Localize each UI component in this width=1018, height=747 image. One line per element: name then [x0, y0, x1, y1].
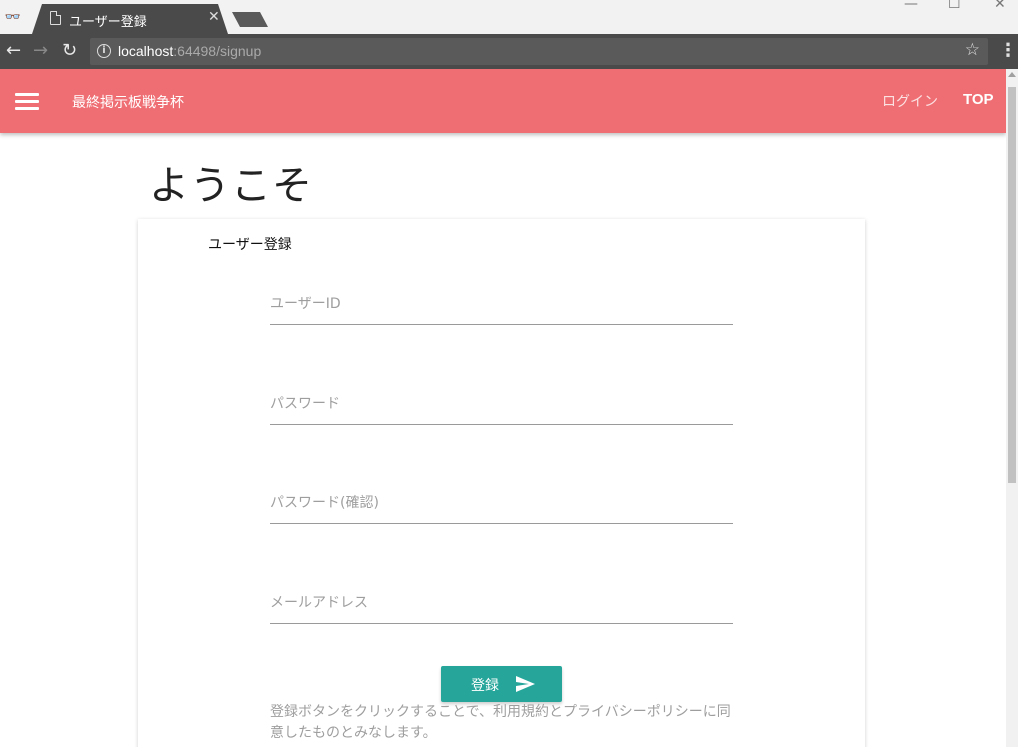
email-field[interactable]: メールアドレス — [270, 584, 733, 624]
form-title: ユーザー登録 — [208, 237, 292, 253]
hamburger-icon[interactable] — [15, 93, 39, 111]
page-heading: ようこそ — [149, 163, 313, 209]
back-icon[interactable]: ← — [6, 40, 21, 62]
password-confirm-field[interactable]: パスワード(確認) — [270, 484, 733, 524]
star-icon[interactable]: ☆ — [965, 40, 980, 60]
page-scrollbar[interactable] — [1006, 69, 1018, 747]
url-text[interactable]: localhost:64498/signup — [118, 43, 261, 59]
nav-login-link[interactable]: ログイン — [882, 91, 938, 111]
page-icon — [50, 11, 61, 25]
browser-toolbar: ← → ↻ i localhost:64498/signup ☆ ⋮ — [0, 34, 1018, 69]
page-viewport: 最終掲示板戦争杯 ログイン TOP ようこそ ユーザー登録 ユーザーID パスワ… — [0, 69, 1006, 747]
incognito-icon: 👓 — [4, 10, 22, 25]
signup-card: ユーザー登録 ユーザーID パスワード パスワード(確認) メールアドレス 登録… — [138, 219, 865, 747]
tab-title: ユーザー登録 — [69, 15, 147, 30]
register-button[interactable]: 登録 — [441, 666, 562, 702]
scrollbar-thumb[interactable] — [1008, 87, 1016, 483]
send-icon — [516, 676, 535, 692]
password-placeholder: パスワード — [270, 396, 340, 412]
address-bar[interactable]: i localhost:64498/signup ☆ — [90, 38, 988, 65]
window-close-icon[interactable]: ✕ — [994, 0, 1006, 12]
nav-top-link[interactable]: TOP — [963, 91, 994, 108]
close-icon[interactable]: ✕ — [208, 9, 220, 25]
reload-icon[interactable]: ↻ — [62, 40, 77, 62]
browser-tabstrip: 👓 ユーザー登録 ✕ — ☐ ✕ — [0, 0, 1018, 34]
menu-icon[interactable]: ⋮ — [999, 40, 1017, 62]
user-id-field[interactable]: ユーザーID — [270, 285, 733, 325]
minimize-icon[interactable]: — — [904, 0, 918, 12]
browser-tab[interactable]: ユーザー登録 ✕ — [32, 4, 228, 34]
app-bar: 最終掲示板戦争杯 ログイン TOP — [0, 69, 1006, 133]
email-placeholder: メールアドレス — [270, 595, 368, 611]
maximize-icon[interactable]: ☐ — [948, 0, 961, 12]
user-id-placeholder: ユーザーID — [270, 296, 341, 312]
info-icon[interactable]: i — [97, 44, 111, 58]
password-confirm-placeholder: パスワード(確認) — [270, 495, 379, 511]
terms-notice: 登録ボタンをクリックすることで、利用規約とプライバシーポリシーに同意したものとみ… — [270, 704, 731, 741]
register-button-label: 登録 — [471, 678, 499, 694]
forward-icon[interactable]: → — [33, 40, 48, 62]
new-tab-button[interactable] — [232, 12, 268, 27]
scroll-up-icon[interactable] — [1008, 72, 1016, 77]
brand-title[interactable]: 最終掲示板戦争杯 — [72, 92, 184, 112]
password-field[interactable]: パスワード — [270, 385, 733, 425]
